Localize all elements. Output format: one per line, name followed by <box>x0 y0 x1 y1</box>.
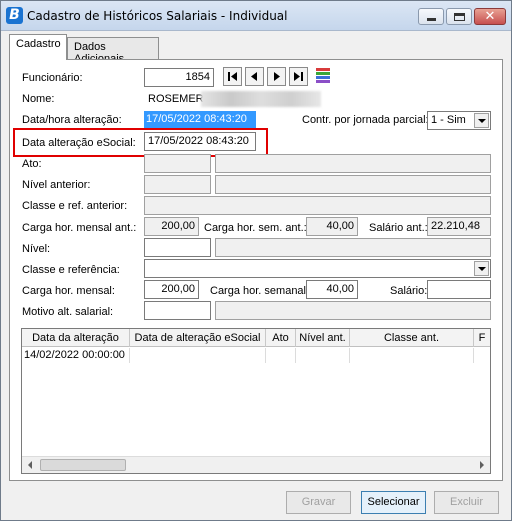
list-view-button[interactable] <box>315 67 334 86</box>
motivo-label: Motivo alt. salarial: <box>22 306 114 318</box>
carga-semanal-label: Carga hor. semanal: <box>210 285 310 297</box>
table-cell: 14/02/2022 00:00:00 <box>22 348 130 363</box>
next-record-icon <box>274 72 280 81</box>
nivel-description <box>215 238 491 257</box>
ato-input <box>144 154 211 173</box>
classe-ref-anterior-label: Classe e ref. anterior: <box>22 200 128 212</box>
table-cell <box>266 348 296 363</box>
table-cell <box>296 348 350 363</box>
excluir-button[interactable]: Excluir <box>434 491 499 514</box>
tab-dados-adicionais[interactable]: Dados Adicionais <box>67 37 159 65</box>
classe-ref-label: Classe e referência: <box>22 264 120 276</box>
red-highlight-box <box>13 128 268 157</box>
classe-ref-select[interactable] <box>144 259 491 278</box>
ato-label: Ato: <box>22 158 42 170</box>
classe-ref-anterior-input <box>144 196 491 215</box>
salario-input[interactable] <box>427 280 491 299</box>
contr-jornada-select[interactable]: 1 - Sim <box>427 111 491 130</box>
column-header[interactable]: F <box>474 329 490 347</box>
first-record-button[interactable] <box>223 67 242 86</box>
carga-mensal-ant-label: Carga hor. mensal ant.: <box>22 222 137 234</box>
redacted-name-blur <box>201 91 321 107</box>
scroll-right-icon[interactable] <box>474 458 489 472</box>
close-icon: ✕ <box>484 9 496 24</box>
nivel-anterior-label: Nível anterior: <box>22 179 91 191</box>
carga-mensal-ant-input: 200,00 <box>144 217 199 236</box>
table-cell <box>130 348 266 363</box>
maximize-icon <box>454 13 465 21</box>
motivo-input[interactable] <box>144 301 211 320</box>
column-header[interactable]: Nível ant. <box>296 329 350 347</box>
ato-description <box>215 154 491 173</box>
carga-mensal-input[interactable]: 200,00 <box>144 280 199 299</box>
window-title: Cadastro de Históricos Salariais - Indiv… <box>27 9 288 23</box>
carga-semanal-input[interactable]: 40,00 <box>306 280 358 299</box>
nivel-anterior-input <box>144 175 211 194</box>
maximize-button[interactable] <box>446 8 472 25</box>
column-header[interactable]: Classe ant. <box>350 329 474 347</box>
last-record-button[interactable] <box>289 67 308 86</box>
motivo-description <box>215 301 491 320</box>
first-record-icon <box>228 72 237 81</box>
scrollbar-thumb[interactable] <box>40 459 126 471</box>
salario-ant-input: 22.210,48 <box>427 217 491 236</box>
contr-jornada-value: 1 - Sim <box>431 114 466 126</box>
column-header[interactable]: Ato <box>266 329 296 347</box>
tab-cadastro[interactable]: Cadastro <box>9 34 67 60</box>
historico-grid[interactable]: Data da alteração Data de alteração eSoc… <box>21 328 491 474</box>
column-header[interactable]: Data da alteração <box>22 329 130 347</box>
previous-record-icon <box>251 72 257 81</box>
nivel-input[interactable] <box>144 238 211 257</box>
carga-sem-ant-label: Carga hor. sem. ant.: <box>204 222 307 234</box>
selecionar-button[interactable]: Selecionar <box>361 491 426 514</box>
grid-header: Data da alteração Data de alteração eSoc… <box>22 329 490 347</box>
dialog-window: B Cadastro de Históricos Salariais - Ind… <box>0 0 512 521</box>
funcionario-input[interactable]: 1854 <box>144 68 214 87</box>
nome-label: Nome: <box>22 93 55 105</box>
last-record-icon <box>294 72 303 81</box>
nivel-label: Nível: <box>22 243 51 255</box>
previous-record-button[interactable] <box>245 67 264 86</box>
gravar-button[interactable]: Gravar <box>286 491 351 514</box>
close-button[interactable]: ✕ <box>474 8 506 25</box>
horizontal-scrollbar[interactable] <box>22 456 490 473</box>
next-record-button[interactable] <box>267 67 286 86</box>
contr-jornada-label: Contr. por jornada parcial: <box>302 114 429 126</box>
list-view-icon <box>316 68 330 83</box>
carga-sem-ant-input: 40,00 <box>306 217 358 236</box>
data-hora-label: Data/hora alteração: <box>22 114 122 126</box>
column-header[interactable]: Data de alteração eSocial <box>130 329 266 347</box>
title-bar: B Cadastro de Históricos Salariais - Ind… <box>1 1 511 31</box>
app-logo-icon: B <box>6 7 23 24</box>
scroll-left-icon[interactable] <box>23 458 38 472</box>
minimize-icon <box>427 18 436 21</box>
funcionario-label: Funcionário: <box>22 72 83 84</box>
table-row[interactable]: 14/02/2022 00:00:00 <box>22 348 490 363</box>
nivel-anterior-description <box>215 175 491 194</box>
salario-label: Salário: <box>390 285 428 297</box>
salario-ant-label: Salário ant.: <box>369 222 428 234</box>
minimize-button[interactable] <box>418 8 444 25</box>
chevron-down-icon[interactable] <box>474 113 489 128</box>
chevron-down-icon[interactable] <box>474 261 489 276</box>
carga-mensal-label: Carga hor. mensal: <box>22 285 115 297</box>
table-cell <box>350 348 474 363</box>
